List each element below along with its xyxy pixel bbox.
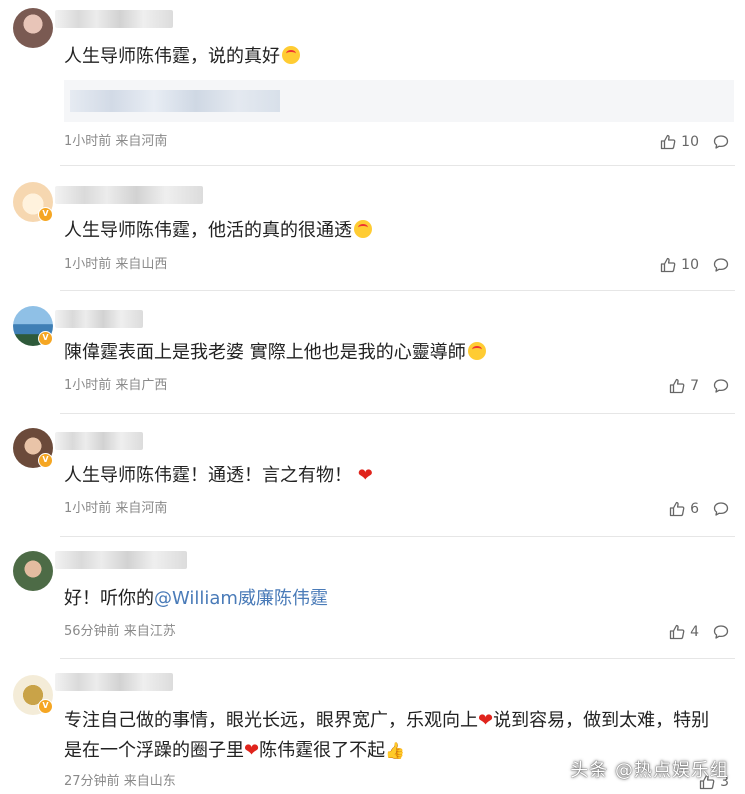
thumbs-up-icon (669, 378, 685, 394)
comment-bubble-icon (713, 502, 729, 516)
comment-bubble-icon (713, 625, 729, 639)
heart-eyes-emoji-icon (282, 46, 300, 64)
comment-item: V 人生导师陈伟霆，他活的真的很通透 1小时前 来自山西 10 (0, 166, 745, 291)
like-button[interactable]: 7 (669, 378, 699, 394)
thumbs-up-icon (669, 624, 685, 640)
reply-button[interactable] (713, 134, 729, 150)
comment-item: V 人生导师陈伟霆！通透！言之有物！ ❤ 1小时前 来自河南 6 (0, 414, 745, 537)
thumbs-up-icon (661, 257, 676, 273)
comment-bubble-icon (713, 379, 729, 393)
username-blurred[interactable] (55, 186, 203, 204)
username-blurred[interactable] (55, 310, 143, 328)
red-heart-emoji-icon: ❤ (478, 710, 494, 731)
like-button[interactable]: 10 (660, 134, 699, 150)
thumbs-up-icon (669, 501, 685, 517)
like-count: 7 (690, 378, 699, 394)
red-heart-emoji-icon: ❤ (357, 465, 373, 486)
thumbs-up-emoji-icon: 👍 (385, 741, 406, 760)
comment-item: 好！听你的@William威廉陈伟霆 56分钟前 来自江苏 4 (0, 537, 745, 659)
comment-text: 人生导师陈伟霆，他活的真的很通透 (64, 216, 725, 246)
comment-bubble-icon (713, 135, 729, 149)
username-blurred[interactable] (55, 10, 173, 28)
heart-eyes-emoji-icon (354, 220, 372, 238)
like-count: 10 (681, 134, 699, 150)
comment-text: 人生导师陈伟霆！通透！言之有物！ ❤ (64, 465, 373, 486)
v-badge-icon: V (38, 453, 53, 468)
like-count: 10 (681, 257, 699, 273)
like-button[interactable]: 4 (669, 624, 699, 640)
comment-meta: 1小时前 来自河南 (64, 134, 168, 149)
comment-meta: 1小时前 来自山西 (64, 257, 168, 272)
like-count: 6 (690, 501, 699, 517)
like-count: 4 (690, 624, 699, 640)
comment-text: 好！听你的@William威廉陈伟霆 (64, 588, 328, 609)
comment-text: 陳偉霆表面上是我老婆 實際上他也是我的心靈導師 (64, 338, 725, 368)
heart-eyes-emoji-icon (467, 342, 486, 360)
quoted-reply-blurred[interactable] (64, 80, 734, 122)
comment-meta: 1小时前 来自广西 (64, 378, 168, 393)
username-blurred[interactable] (55, 673, 173, 691)
reply-button[interactable] (713, 624, 729, 640)
comment-item: V 陳偉霆表面上是我老婆 實際上他也是我的心靈導師 1小时前 来自广西 7 (0, 291, 745, 414)
comment-meta: 56分钟前 来自江苏 (64, 624, 176, 639)
user-mention-link[interactable]: @William威廉陈伟霆 (154, 588, 328, 609)
watermark: 头条 @热点娱乐组 (570, 760, 729, 781)
reply-button[interactable] (713, 257, 729, 273)
avatar[interactable] (13, 551, 53, 591)
v-badge-icon: V (38, 331, 53, 346)
comment-item: 人生导师陈伟霆，说的真好 1小时前 来自河南 10 (0, 0, 745, 166)
comment-meta: 1小时前 来自河南 (64, 501, 168, 516)
reply-button[interactable] (713, 378, 729, 394)
username-blurred[interactable] (55, 551, 187, 569)
avatar[interactable] (13, 8, 53, 48)
red-heart-emoji-icon: ❤ (244, 740, 260, 761)
v-badge-icon: V (38, 699, 53, 714)
username-blurred[interactable] (55, 432, 143, 450)
reply-button[interactable] (713, 501, 729, 517)
like-button[interactable]: 6 (669, 501, 699, 517)
comment-text: 人生导师陈伟霆，说的真好 (64, 42, 725, 72)
comment-bubble-icon (713, 258, 729, 272)
thumbs-up-icon (661, 134, 676, 150)
like-button[interactable]: 10 (660, 257, 699, 273)
v-badge-icon: V (38, 207, 53, 222)
comment-meta: 27分钟前 来自山东 (64, 774, 176, 789)
